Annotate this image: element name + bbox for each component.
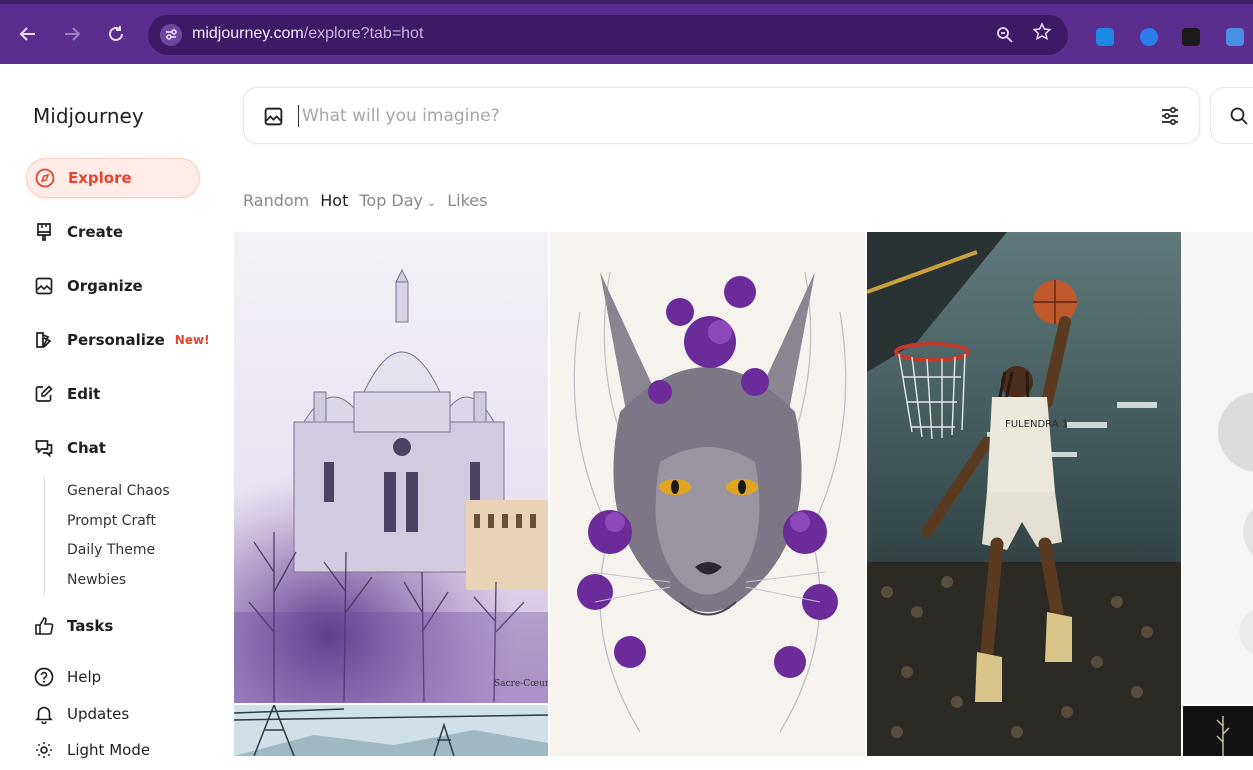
sidebar-item-label: Tasks xyxy=(67,617,114,635)
prompt-bar xyxy=(243,87,1200,144)
tab-hot[interactable]: Hot xyxy=(320,191,348,210)
browser-toolbar: midjourney.com/explore?tab=hot xyxy=(0,0,1253,64)
extension-1-icon[interactable] xyxy=(1096,28,1114,46)
extension-2-icon[interactable] xyxy=(1140,28,1158,46)
address-bar[interactable]: midjourney.com/explore?tab=hot xyxy=(148,15,1068,55)
bookmark-star-icon[interactable] xyxy=(1032,22,1052,42)
chat-room-general-chaos[interactable]: General Chaos xyxy=(67,477,170,507)
gallery-image-dark-floral[interactable] xyxy=(1183,706,1253,756)
site-info-icon[interactable] xyxy=(160,24,182,46)
sidebar-item-label: Light Mode xyxy=(67,741,151,759)
url-path: /explore?tab=hot xyxy=(303,25,424,42)
sidebar-item-label: Chat xyxy=(67,439,106,457)
sidebar-item-organize[interactable]: Organize xyxy=(26,266,200,306)
settings-sliders-icon[interactable] xyxy=(1159,105,1181,127)
sidebar-item-explore[interactable]: Explore xyxy=(26,158,200,198)
sidebar-item-label: Help xyxy=(67,668,102,686)
chat-room-daily-theme[interactable]: Daily Theme xyxy=(67,536,170,566)
gallery-image-sacre-coeur[interactable]: Sacre-Cœur xyxy=(234,232,548,703)
gallery-image-white-spheres[interactable] xyxy=(1183,232,1253,704)
url-text: midjourney.com/explore?tab=hot xyxy=(192,25,423,43)
sidebar-item-label: Explore xyxy=(68,169,132,187)
artist-signature: Sacre-Cœur xyxy=(494,679,548,689)
gallery-image-purple-wolf[interactable] xyxy=(550,232,865,756)
tab-top-day-label: Top Day xyxy=(359,191,424,210)
sidebar-item-label: Create xyxy=(67,223,124,241)
back-arrow-icon[interactable] xyxy=(16,22,40,46)
compass-icon xyxy=(35,168,55,188)
palette-icon xyxy=(34,330,54,350)
sidebar-item-light-mode[interactable]: Light Mode xyxy=(26,730,200,770)
extension-3-icon[interactable] xyxy=(1182,28,1200,46)
sidebar-item-tasks[interactable]: Tasks xyxy=(26,606,200,646)
sidebar-item-chat[interactable]: Chat xyxy=(26,428,200,468)
tab-random[interactable]: Random xyxy=(243,191,309,210)
chat-room-prompt-craft[interactable]: Prompt Craft xyxy=(67,507,170,537)
sidebar-item-label: Edit xyxy=(67,385,101,403)
sidebar: Midjourney Explore Create Organize Perso… xyxy=(0,64,230,759)
sidebar-item-label: Organize xyxy=(67,277,143,295)
gallery-image-power-lines[interactable] xyxy=(234,705,548,756)
sidebar-item-label: Personalize xyxy=(67,331,165,349)
chat-room-newbies[interactable]: Newbies xyxy=(67,566,170,596)
translate-extension-icon[interactable] xyxy=(1226,28,1244,46)
thumbs-up-icon xyxy=(34,616,54,636)
url-domain: midjourney.com xyxy=(192,25,304,42)
help-icon xyxy=(34,667,54,687)
edit-icon xyxy=(34,384,54,404)
explore-tabs: Random Hot Top Day ⌄ Likes xyxy=(243,191,487,210)
new-badge: New! xyxy=(174,333,210,347)
reload-icon[interactable] xyxy=(104,22,128,46)
prompt-input[interactable] xyxy=(302,104,1122,128)
sidebar-item-label: Updates xyxy=(67,705,130,723)
jersey-text: FULENDRA 1 xyxy=(1005,419,1068,430)
chat-icon xyxy=(34,438,54,458)
sun-icon xyxy=(34,740,54,760)
tab-top-day[interactable]: Top Day ⌄ xyxy=(359,191,436,210)
sidebar-item-create[interactable]: Create xyxy=(26,212,200,252)
tab-likes[interactable]: Likes xyxy=(447,191,487,210)
bell-icon xyxy=(34,704,54,724)
text-caret xyxy=(298,105,299,127)
sidebar-item-updates[interactable]: Updates xyxy=(26,694,200,734)
image-icon xyxy=(34,276,54,296)
forward-arrow-icon[interactable] xyxy=(60,22,84,46)
sidebar-item-personalize[interactable]: Personalize New! xyxy=(26,320,210,360)
sidebar-item-edit[interactable]: Edit xyxy=(26,374,200,414)
search-button[interactable] xyxy=(1210,87,1253,144)
sidebar-item-help[interactable]: Help xyxy=(26,657,200,697)
gallery-image-basketball[interactable]: FULENDRA 1 xyxy=(867,232,1181,756)
image-upload-icon[interactable] xyxy=(263,106,284,127)
search-icon xyxy=(1229,106,1249,126)
chat-rooms-list: General Chaos Prompt Craft Daily Theme N… xyxy=(44,477,170,595)
brand-logo-text[interactable]: Midjourney xyxy=(33,104,144,128)
zoom-icon[interactable] xyxy=(996,26,1014,44)
brush-icon xyxy=(34,222,54,242)
chevron-down-icon: ⌄ xyxy=(427,196,437,209)
